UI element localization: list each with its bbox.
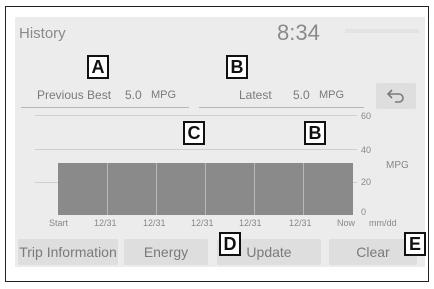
bar-divider [254, 163, 255, 215]
latest-divider [199, 107, 364, 108]
x-axis-unit: mm/dd [369, 218, 397, 228]
previous-best-value: 5.0 [125, 88, 142, 102]
gridline-60 [35, 115, 357, 116]
callout-b-top: B [226, 55, 248, 79]
energy-button[interactable]: Energy [124, 239, 208, 265]
clock: 8:34 [277, 20, 320, 45]
x-tick-now: Now [337, 218, 356, 228]
x-tick-date: 12/31 [94, 218, 117, 228]
y-tick-20: 20 [361, 177, 372, 187]
bar-divider [205, 163, 206, 215]
history-screen: History 8:34 Previous Best 5.0 MPG Lates… [15, 17, 425, 267]
bar-divider [107, 163, 108, 215]
y-tick-60: 60 [361, 111, 372, 121]
latest-label: Latest [239, 88, 272, 102]
back-button[interactable] [376, 83, 416, 109]
status-bar [345, 29, 419, 33]
screen-title: History [19, 25, 66, 42]
back-arrow-icon [387, 89, 404, 103]
x-tick-date: 12/31 [239, 218, 262, 228]
x-tick-date: 12/31 [289, 218, 312, 228]
x-tick-date: 12/31 [191, 218, 214, 228]
callout-d: D [219, 232, 241, 256]
bar-divider [156, 163, 157, 215]
previous-best-unit: MPG [151, 89, 177, 101]
x-tick-date: 12/31 [143, 218, 166, 228]
y-tick-0: 0 [361, 207, 367, 217]
history-bars [58, 163, 353, 215]
trip-information-button[interactable]: Trip Information [18, 239, 118, 265]
callout-c: C [183, 121, 205, 145]
bar-divider [303, 163, 304, 215]
callout-b-chart: B [304, 121, 326, 145]
latest-value: 5.0 [293, 88, 310, 102]
previous-best-divider [21, 107, 189, 108]
x-tick-start: Start [49, 218, 69, 228]
y-axis-unit: MPG [386, 160, 409, 171]
figure-frame: History 8:34 Previous Best 5.0 MPG Lates… [5, 6, 429, 282]
callout-e: E [404, 232, 426, 256]
latest-unit: MPG [319, 89, 345, 101]
previous-best-label: Previous Best [37, 88, 112, 102]
y-tick-40: 40 [361, 145, 372, 155]
callout-a: A [87, 55, 109, 79]
gridline-40 [35, 149, 357, 150]
